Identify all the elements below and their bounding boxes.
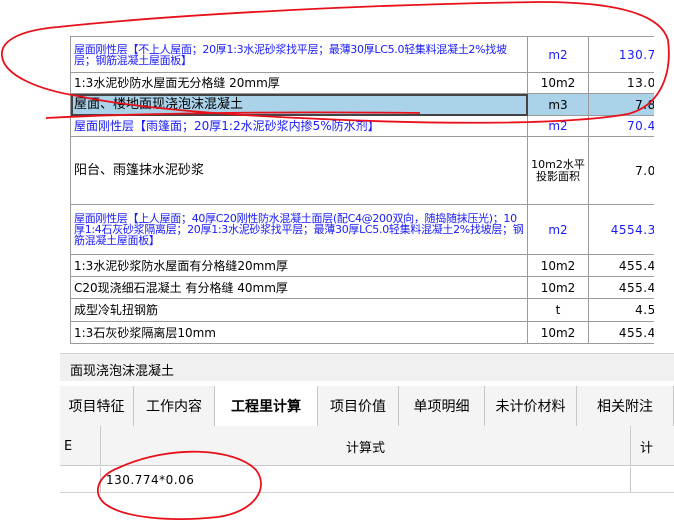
item-name: 屋面刚性层【雨篷面；20厚1:2水泥砂浆内掺5%防水剂】 <box>70 115 528 137</box>
tab-quantity-calc[interactable]: 工程里计算 <box>215 386 318 426</box>
item-qty: 13.077 <box>588 72 654 94</box>
item-unit: 10m2水平投影面积 <box>527 136 589 205</box>
item-unit: 10m2 <box>527 321 589 344</box>
col-header-left: E <box>64 438 73 454</box>
item-qty: 4554.386 <box>588 204 654 255</box>
tab-unpriced-material[interactable]: 未计价材料 <box>485 386 577 426</box>
item-unit: 10m2 <box>527 276 589 299</box>
formula-cell[interactable]: 130.774*0.06 <box>106 473 194 487</box>
tab-work-content[interactable]: 工作内容 <box>134 386 215 426</box>
tab-project-features[interactable]: 项目特征 <box>60 386 134 426</box>
item-unit: t <box>527 298 589 322</box>
table-row[interactable]: 1:3石灰砂浆隔离层10mm 10m2 455.439 <box>70 321 654 344</box>
item-qty: 455.439 <box>588 276 654 299</box>
table-row[interactable]: 阳台、雨篷抹水泥砂浆 10m2水平投影面积 7.041 <box>70 136 654 205</box>
item-name: 1:3水泥砂防水屋面无分格缝 20mm厚 <box>70 72 528 94</box>
item-unit: m2 <box>527 204 589 255</box>
item-unit: 10m2 <box>527 72 589 94</box>
item-name: 1:3水泥砂浆防水屋面有分格缝20mm厚 <box>70 254 528 277</box>
table-row[interactable]: 屋面刚性层【上人屋面；40厚C20刚性防水混凝土面层(配C4@200双向，随捣随… <box>70 204 654 255</box>
item-name: 成型冷轧扭钢筋 <box>70 298 528 322</box>
item-qty: 7.846 <box>588 93 654 116</box>
item-name: 屋面刚性层【不上人屋面；20厚1:3水泥砂浆找平层；最薄30厚LC5.0轻集料混… <box>70 36 528 73</box>
detail-tabs: 项目特征 工作内容 工程里计算 项目价值 单项明细 未计价材料 相关附注 <box>60 386 674 426</box>
table-row[interactable]: 1:3水泥砂防水屋面无分格缝 20mm厚 10m2 13.077 <box>70 72 654 94</box>
table-row[interactable]: 屋面刚性层【不上人屋面；20厚1:3水泥砂浆找平层；最薄30厚LC5.0轻集料混… <box>70 36 654 73</box>
items-grid[interactable]: 屋面刚性层【不上人屋面；20厚1:3水泥砂浆找平层；最薄30厚LC5.0轻集料混… <box>70 36 654 344</box>
item-qty: 4.509 <box>588 298 654 322</box>
item-name: C20现浇细石混凝土 有分格缝 40mm厚 <box>70 276 528 299</box>
item-name: 屋面、楼地面现浇泡沫混凝土 <box>70 93 528 116</box>
table-row-selected[interactable]: 屋面、楼地面现浇泡沫混凝土 m3 7.846 <box>70 93 654 116</box>
item-name: 1:3石灰砂浆隔离层10mm <box>70 321 528 344</box>
tab-project-value[interactable]: 项目价值 <box>318 386 399 426</box>
item-unit: m3 <box>527 93 589 116</box>
table-row[interactable]: C20现浇细石混凝土 有分格缝 40mm厚 10m2 455.439 <box>70 276 654 299</box>
tab-related-notes[interactable]: 相关附注 <box>577 386 674 426</box>
table-row[interactable]: 成型冷轧扭钢筋 t 4.509 <box>70 298 654 322</box>
item-unit: 10m2 <box>527 254 589 277</box>
item-unit: m2 <box>527 115 589 137</box>
items-table: 屋面刚性层【不上人屋面；20厚1:3水泥砂浆找平层；最薄30厚LC5.0轻集料混… <box>70 36 654 344</box>
tab-item-detail[interactable]: 单项明细 <box>399 386 485 426</box>
item-qty: 455.439 <box>588 254 654 277</box>
item-name: 阳台、雨篷抹水泥砂浆 <box>70 136 528 205</box>
item-qty: 455.439 <box>588 321 654 344</box>
col-header-right: 计 <box>640 440 654 456</box>
current-item-label: 面现浇泡沫混凝土 <box>70 364 175 379</box>
table-row[interactable]: 屋面刚性层【雨篷面；20厚1:2水泥砂浆内掺5%防水剂】 m2 70.410 <box>70 115 654 137</box>
item-name: 屋面刚性层【上人屋面；40厚C20刚性防水混凝土面层(配C4@200双向，随捣随… <box>70 204 528 255</box>
table-row[interactable]: 1:3水泥砂浆防水屋面有分格缝20mm厚 10m2 455.439 <box>70 254 654 277</box>
item-qty: 7.041 <box>588 136 654 205</box>
calc-table-header: E 计算式 计 <box>60 426 674 466</box>
item-qty: 70.410 <box>588 115 654 137</box>
col-header-formula: 计算式 <box>346 440 386 456</box>
item-unit: m2 <box>527 36 589 73</box>
item-qty: 130.774 <box>588 36 654 73</box>
calc-table-row[interactable]: 130.774*0.06 <box>60 467 674 493</box>
